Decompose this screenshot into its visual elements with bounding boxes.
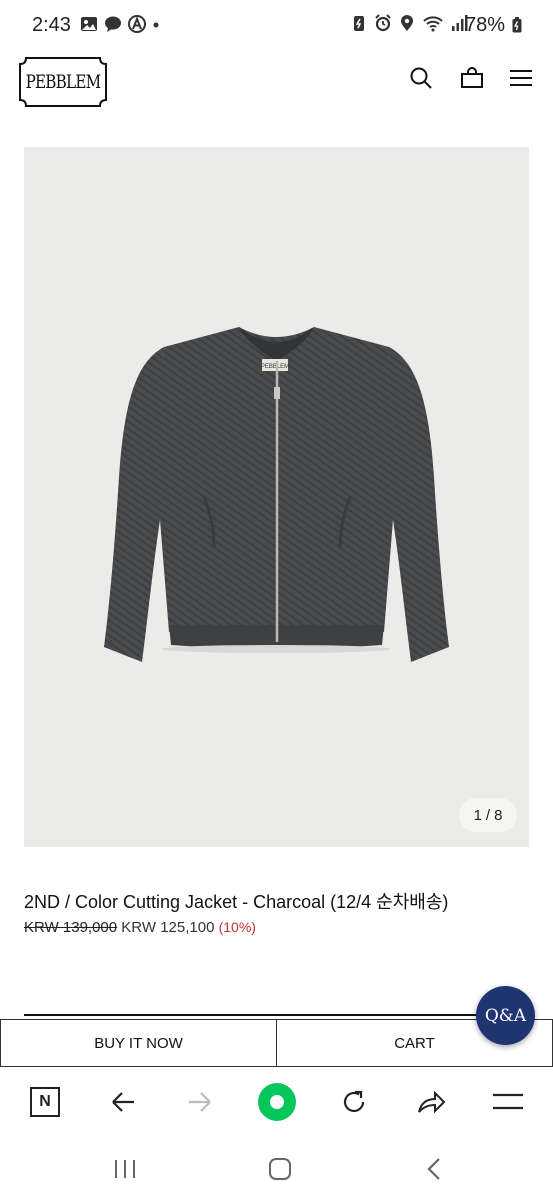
discount-badge: (10%) bbox=[218, 919, 256, 935]
status-time: 2:43 bbox=[32, 14, 71, 36]
gallery-icon bbox=[81, 17, 97, 31]
product-title: 2ND / Color Cutting Jacket - Charcoal (1… bbox=[24, 892, 449, 912]
bag-icon[interactable] bbox=[460, 66, 484, 90]
share-graphic bbox=[418, 1090, 446, 1114]
image-index: 1 bbox=[473, 806, 482, 824]
home-icon[interactable] bbox=[268, 1157, 292, 1181]
original-price: KRW 139,000 bbox=[24, 919, 118, 936]
price-row: KRW 139,000 KRW 125,100 (10%) bbox=[24, 919, 256, 936]
recent-apps-icon[interactable] bbox=[113, 1158, 137, 1180]
sale-price: KRW 125,100 bbox=[121, 919, 215, 936]
dot-icon bbox=[153, 22, 159, 28]
status-bar: 2:43 78% bbox=[0, 0, 553, 52]
naver-letter: N bbox=[39, 1093, 51, 1110]
browser-menu-graphic bbox=[493, 1093, 523, 1110]
refresh-graphic bbox=[343, 1090, 365, 1113]
back-icon[interactable] bbox=[107, 1086, 139, 1118]
location-icon bbox=[401, 15, 413, 31]
refresh-icon[interactable] bbox=[338, 1086, 370, 1118]
buy-now-button[interactable]: BUY IT NOW bbox=[0, 1019, 277, 1067]
forward-icon[interactable] bbox=[184, 1086, 216, 1118]
product-image[interactable]: PEBBLEM bbox=[24, 147, 529, 847]
share-icon[interactable] bbox=[415, 1086, 447, 1118]
divider bbox=[24, 1014, 529, 1016]
qa-button[interactable]: Q&A bbox=[476, 986, 535, 1045]
a-icon bbox=[128, 15, 146, 33]
image-total: 8 bbox=[494, 806, 503, 824]
back-nav-icon[interactable] bbox=[425, 1157, 443, 1181]
status-left-icons bbox=[80, 15, 160, 33]
battery-saver-icon bbox=[354, 16, 364, 31]
menu-icon[interactable] bbox=[509, 66, 533, 90]
wifi-icon bbox=[423, 16, 443, 32]
status-battery-text: 78% bbox=[465, 14, 506, 36]
image-counter: 1 / 8 bbox=[459, 798, 517, 832]
talk-icon bbox=[105, 16, 121, 32]
logo[interactable]: PEBBLEM bbox=[16, 56, 110, 108]
logo-text: PEBBLEM bbox=[25, 71, 102, 93]
back-arrow-icon bbox=[112, 1092, 134, 1112]
forward-arrow-icon bbox=[189, 1092, 211, 1112]
status-right-icons bbox=[350, 14, 468, 32]
jacket-label: PEBBLEM bbox=[261, 364, 289, 370]
naver-icon[interactable]: N bbox=[29, 1086, 61, 1118]
browser-menu-icon[interactable] bbox=[492, 1086, 524, 1118]
search-icon[interactable] bbox=[409, 66, 433, 90]
system-nav-bar bbox=[0, 1138, 553, 1200]
green-dot-icon[interactable] bbox=[258, 1083, 296, 1121]
alarm-icon bbox=[375, 14, 391, 32]
jacket-illustration: PEBBLEM bbox=[104, 327, 449, 662]
battery-icon bbox=[512, 17, 522, 33]
green-dot-graphic bbox=[258, 1083, 296, 1121]
image-separator: / bbox=[485, 806, 491, 824]
